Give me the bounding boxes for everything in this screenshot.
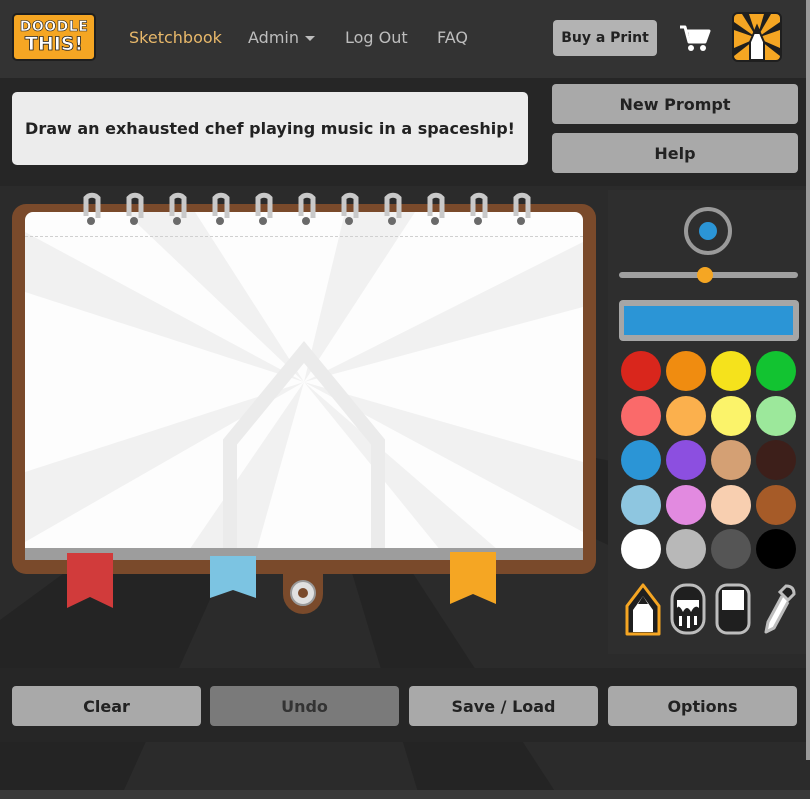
- spiral-ring: [341, 192, 359, 225]
- spiral-ring: [212, 192, 230, 225]
- spiral-ring: [513, 192, 531, 225]
- color-swatch[interactable]: [666, 351, 706, 391]
- save-load-button[interactable]: Save / Load: [409, 686, 598, 726]
- blue-bookmark-ribbon[interactable]: [210, 556, 256, 598]
- eyedropper-icon[interactable]: [760, 582, 798, 636]
- drawing-canvas[interactable]: [25, 212, 583, 556]
- color-swatch[interactable]: [711, 395, 751, 436]
- new-prompt-button[interactable]: New Prompt: [552, 84, 798, 124]
- undo-button[interactable]: Undo: [210, 686, 399, 726]
- spiral-ring: [384, 192, 402, 225]
- help-button[interactable]: Help: [552, 133, 798, 173]
- paper-top-rule: [25, 236, 583, 237]
- pencil-logo-icon[interactable]: [732, 12, 782, 62]
- red-bookmark-ribbon[interactable]: [67, 553, 113, 608]
- color-swatch[interactable]: [666, 395, 706, 436]
- nav-link-admin[interactable]: Admin: [248, 28, 315, 47]
- nav-link-admin-label: Admin: [248, 28, 299, 47]
- spiral-ring: [255, 192, 273, 225]
- clasp-dot: [298, 588, 308, 598]
- chevron-down-icon: [305, 36, 315, 41]
- spiral-ring: [427, 192, 445, 225]
- color-swatch[interactable]: [666, 484, 706, 525]
- logo-line-1: DOODLE: [19, 19, 89, 35]
- orange-bookmark-ribbon[interactable]: [450, 552, 496, 604]
- color-swatch[interactable]: [711, 440, 751, 480]
- doodle-this-logo[interactable]: DOODLE THIS!: [12, 13, 96, 61]
- spiral-ring: [169, 192, 187, 225]
- page-scrollbar[interactable]: [806, 0, 810, 760]
- spiral-ring: [83, 192, 101, 225]
- color-swatch[interactable]: [621, 351, 661, 391]
- footer-strip: [0, 790, 810, 799]
- color-swatch[interactable]: [756, 351, 796, 391]
- color-swatch[interactable]: [621, 484, 661, 525]
- color-swatch[interactable]: [756, 529, 796, 569]
- color-swatch[interactable]: [711, 484, 751, 525]
- brush-dot-icon: [699, 222, 717, 240]
- eraser-icon[interactable]: [714, 582, 752, 636]
- color-swatch[interactable]: [756, 440, 796, 480]
- drawing-prompt: Draw an exhausted chef playing music in …: [12, 92, 528, 165]
- color-swatch[interactable]: [756, 395, 796, 436]
- spiral-ring: [470, 192, 488, 225]
- color-swatch[interactable]: [621, 529, 661, 569]
- pencil-icon[interactable]: [624, 582, 662, 636]
- color-swatch[interactable]: [756, 484, 796, 525]
- clear-button[interactable]: Clear: [12, 686, 201, 726]
- buy-a-print-button[interactable]: Buy a Print: [553, 20, 657, 56]
- options-button[interactable]: Options: [608, 686, 797, 726]
- color-swatch[interactable]: [621, 395, 661, 436]
- brush-size-slider-thumb[interactable]: [696, 267, 713, 283]
- paint-bucket-icon[interactable]: [669, 582, 707, 636]
- color-swatch[interactable]: [666, 440, 706, 480]
- spiral-ring: [126, 192, 144, 225]
- current-color-swatch[interactable]: [624, 306, 793, 335]
- cart-icon[interactable]: [679, 24, 711, 52]
- logo-line-2: THIS!: [24, 33, 84, 55]
- nav-link-sketchbook[interactable]: Sketchbook: [129, 28, 222, 47]
- nav-link-logout[interactable]: Log Out: [345, 28, 408, 47]
- color-swatch[interactable]: [621, 440, 661, 480]
- spiral-ring: [298, 192, 316, 225]
- color-swatch[interactable]: [666, 529, 706, 569]
- canvas-watermark: [25, 212, 583, 556]
- color-swatch[interactable]: [711, 529, 751, 569]
- nav-link-faq[interactable]: FAQ: [437, 28, 468, 47]
- color-swatch[interactable]: [711, 351, 751, 391]
